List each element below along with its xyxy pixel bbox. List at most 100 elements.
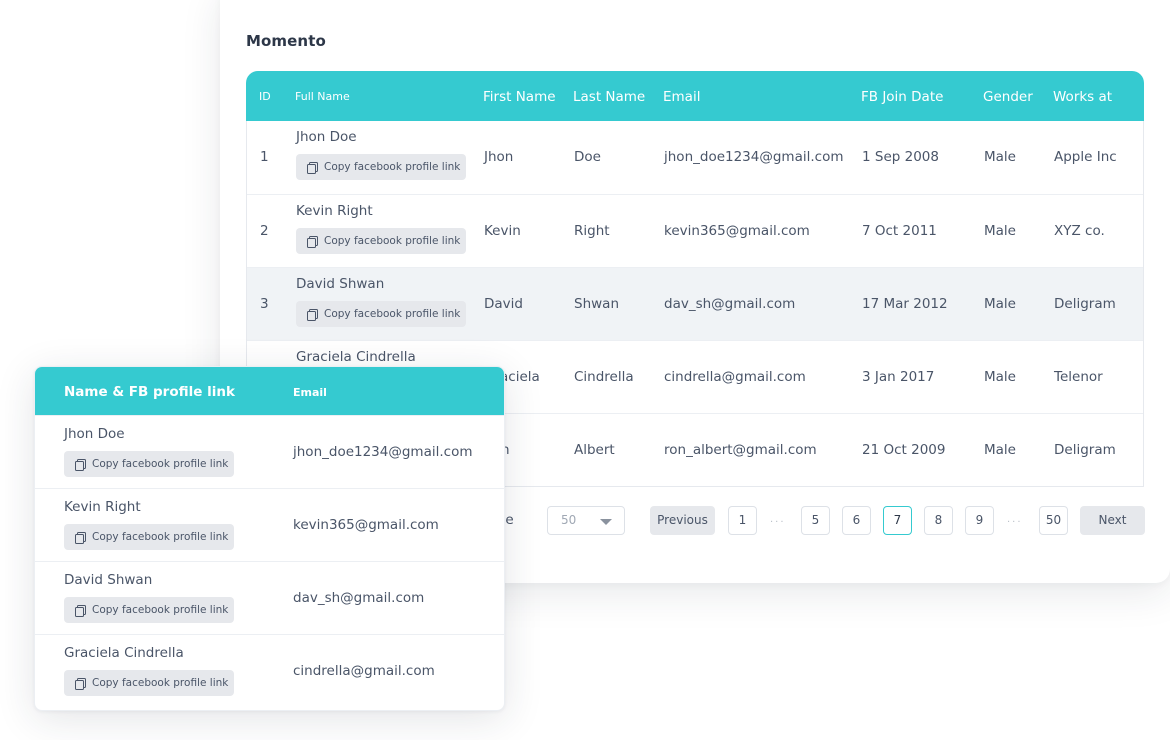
page-button-8[interactable]: 8	[924, 506, 953, 535]
copy-button-label: Copy facebook profile link	[92, 604, 229, 616]
page-size-select[interactable]: 50	[547, 506, 625, 535]
page-title: Momento	[246, 32, 326, 50]
cell-works-at: Deligram	[1054, 442, 1116, 458]
copy-profile-link-button[interactable]: Copy facebook profile link	[64, 670, 235, 696]
table-row-highlighted[interactable]: 3 David Shwan Copy facebook profile link…	[247, 267, 1143, 340]
copy-button-label: Copy facebook profile link	[92, 677, 229, 689]
full-name: Jhon Doe	[64, 426, 125, 442]
overlay-table-row[interactable]: Kevin Right Copy facebook profile link k…	[35, 488, 504, 561]
full-name: Graciela Cindrella	[64, 645, 184, 661]
cell-email: cindrella@gmail.com	[293, 663, 435, 679]
copy-profile-link-button[interactable]: Copy facebook profile link	[64, 524, 235, 550]
cell-works-at: Deligram	[1054, 296, 1116, 312]
full-name: David Shwan	[64, 572, 153, 588]
cell-works-at: Telenor	[1054, 369, 1103, 385]
copy-icon	[306, 161, 318, 174]
pagination-ellipsis: ...	[770, 514, 786, 525]
cell-email: dav_sh@gmail.com	[293, 590, 425, 606]
table-row[interactable]: 1 Jhon Doe Copy facebook profile link Jh…	[247, 121, 1143, 194]
cell-fb-join-date: 21 Oct 2009	[862, 442, 946, 458]
copy-button-label: Copy facebook profile link	[92, 458, 229, 470]
page-button-6[interactable]: 6	[842, 506, 871, 535]
overlay-table-row[interactable]: David Shwan Copy facebook profile link d…	[35, 561, 504, 634]
cell-email: jhon_doe1234@gmail.com	[293, 444, 473, 460]
cell-id: 2	[260, 223, 269, 239]
cell-name: Kevin Right Copy facebook profile link	[64, 499, 235, 550]
copy-icon	[74, 458, 86, 471]
cell-last-name: Doe	[574, 149, 601, 165]
cell-id: 3	[260, 296, 269, 312]
table-header: ID Full Name First Name Last Name Email …	[246, 71, 1144, 121]
copy-icon	[74, 531, 86, 544]
copy-button-label: Copy facebook profile link	[92, 531, 229, 543]
full-name: Kevin Right	[64, 499, 141, 515]
copy-profile-link-button[interactable]: Copy facebook profile link	[296, 228, 467, 254]
cell-name: David Shwan Copy facebook profile link	[64, 572, 235, 623]
cell-id: 1	[260, 149, 269, 165]
copy-button-label: Copy facebook profile link	[324, 308, 461, 320]
next-button[interactable]: Next	[1080, 506, 1145, 535]
column-header-email[interactable]: Email	[293, 367, 327, 419]
table-row[interactable]: 2 Kevin Right Copy facebook profile link…	[247, 194, 1143, 267]
column-header-email[interactable]: Email	[663, 71, 700, 121]
page-button-5[interactable]: 5	[801, 506, 830, 535]
overlay-table-row[interactable]: Jhon Doe Copy facebook profile link jhon…	[35, 415, 504, 488]
cell-works-at: XYZ co.	[1054, 223, 1105, 239]
column-header-fb-join-date[interactable]: FB Join Date	[861, 71, 943, 121]
cell-name: Graciela Cindrella Copy facebook profile…	[64, 645, 235, 696]
column-header-works-at[interactable]: Works at	[1053, 71, 1112, 121]
cell-email: kevin365@gmail.com	[293, 517, 439, 533]
cell-email: ron_albert@gmail.com	[664, 442, 817, 458]
cell-last-name: Cindrella	[574, 369, 634, 385]
cell-fb-join-date: 7 Oct 2011	[862, 223, 937, 239]
cell-email: dav_sh@gmail.com	[664, 296, 796, 312]
cell-last-name: Shwan	[574, 296, 619, 312]
copy-button-label: Copy facebook profile link	[324, 235, 461, 247]
page-button-7-current[interactable]: 7	[883, 506, 912, 535]
cell-fb-join-date: 3 Jan 2017	[862, 369, 935, 385]
page-button-9[interactable]: 9	[965, 506, 994, 535]
page-size-value: 50	[561, 513, 577, 527]
cell-email: cindrella@gmail.com	[664, 369, 806, 385]
cell-full-name: David Shwan Copy facebook profile link	[296, 268, 467, 341]
column-header-first-name[interactable]: First Name	[483, 71, 556, 121]
column-header-id[interactable]: ID	[259, 71, 271, 121]
full-name: Graciela Cindrella	[296, 349, 416, 365]
cell-first-name: Jhon	[484, 149, 514, 165]
copy-icon	[306, 308, 318, 321]
column-header-name-fb-link[interactable]: Name & FB profile link	[64, 367, 235, 417]
cell-gender: Male	[984, 369, 1016, 385]
cell-gender: Male	[984, 296, 1016, 312]
column-header-last-name[interactable]: Last Name	[573, 71, 645, 121]
cell-gender: Male	[984, 149, 1016, 165]
full-name: David Shwan	[296, 276, 385, 292]
overlay-table-row[interactable]: Graciela Cindrella Copy facebook profile…	[35, 634, 504, 707]
cell-first-name: Kevin	[484, 223, 521, 239]
column-header-full-name[interactable]: Full Name	[295, 71, 350, 121]
copy-profile-link-button[interactable]: Copy facebook profile link	[296, 301, 467, 327]
copy-profile-link-button[interactable]: Copy facebook profile link	[296, 154, 467, 180]
full-name: Jhon Doe	[296, 129, 357, 145]
copy-icon	[74, 604, 86, 617]
cell-email: jhon_doe1234@gmail.com	[664, 149, 844, 165]
overlay-table-header: Name & FB profile link Email	[35, 367, 504, 415]
cell-last-name: Right	[574, 223, 610, 239]
pagination-ellipsis: ...	[1007, 514, 1023, 525]
page-button-1[interactable]: 1	[728, 506, 757, 535]
copy-button-label: Copy facebook profile link	[324, 161, 461, 173]
copy-icon	[306, 235, 318, 248]
previous-button[interactable]: Previous	[650, 506, 715, 535]
cell-works-at: Apple Inc	[1054, 149, 1117, 165]
cell-gender: Male	[984, 442, 1016, 458]
cell-gender: Male	[984, 223, 1016, 239]
cell-fb-join-date: 17 Mar 2012	[862, 296, 948, 312]
cell-email: kevin365@gmail.com	[664, 223, 810, 239]
copy-profile-link-button[interactable]: Copy facebook profile link	[64, 451, 235, 477]
copy-profile-link-button[interactable]: Copy facebook profile link	[64, 597, 235, 623]
mobile-table-card: Name & FB profile link Email Jhon Doe Co…	[34, 366, 505, 711]
cell-name: Jhon Doe Copy facebook profile link	[64, 426, 235, 477]
page-button-50[interactable]: 50	[1039, 506, 1068, 535]
cell-last-name: Albert	[574, 442, 615, 458]
column-header-gender[interactable]: Gender	[983, 71, 1033, 121]
cell-full-name: Jhon Doe Copy facebook profile link	[296, 121, 467, 194]
